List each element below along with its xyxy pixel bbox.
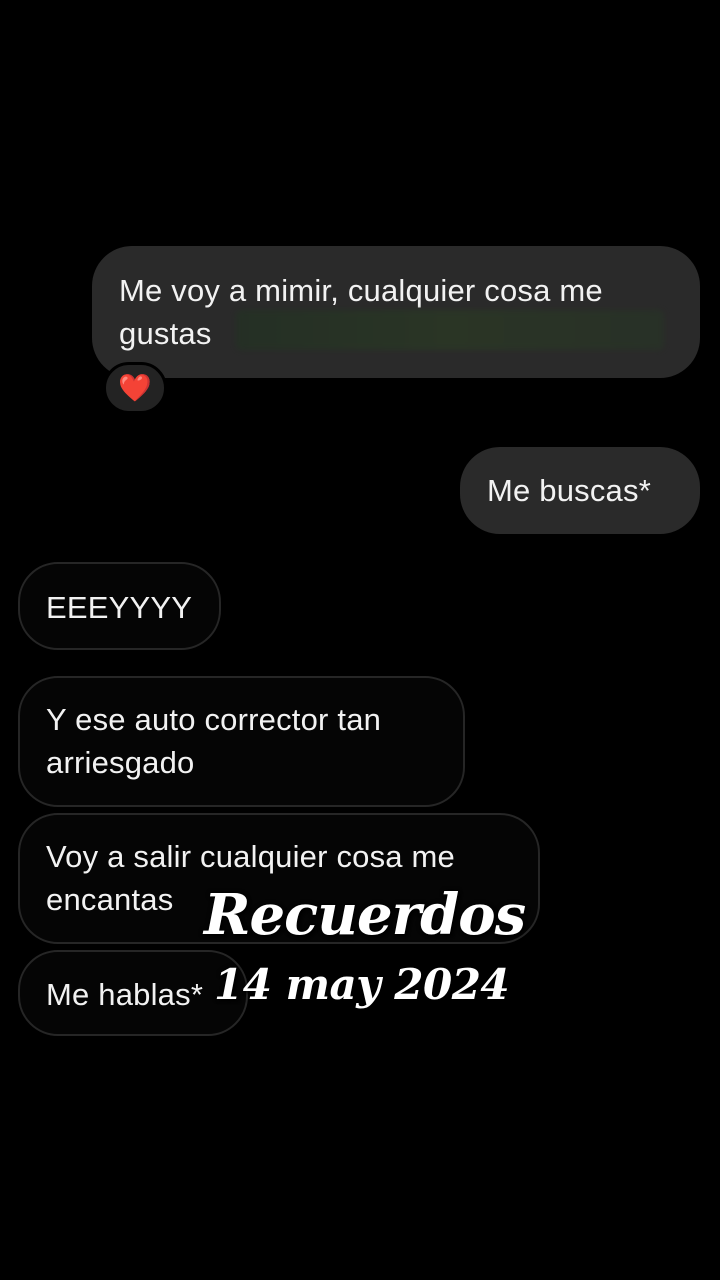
blurred-text-smudge	[236, 310, 664, 350]
overlay-date: 14 may 2024	[214, 960, 510, 1009]
message-bubble-received[interactable]: EEEYYYY	[18, 562, 221, 650]
message-line: Voy a salir cualquier cosa me	[46, 839, 455, 874]
overlay-title: Recuerdos	[204, 882, 526, 948]
message-bubble-sent[interactable]: Me buscas*	[460, 447, 700, 534]
message-line: Me buscas*	[487, 473, 651, 508]
message-line: Y ese auto corrector tan	[46, 702, 382, 737]
heart-icon: ❤️	[118, 373, 152, 403]
message-bubble-received[interactable]: Y ese auto corrector tan arriesgado	[18, 676, 465, 807]
message-line: Me voy a mimir, cualquier cosa me	[119, 273, 603, 308]
message-line: arriesgado	[46, 745, 195, 780]
heart-reaction-icon[interactable]: ❤️	[103, 362, 167, 414]
message-line: EEEYYYY	[46, 590, 193, 625]
